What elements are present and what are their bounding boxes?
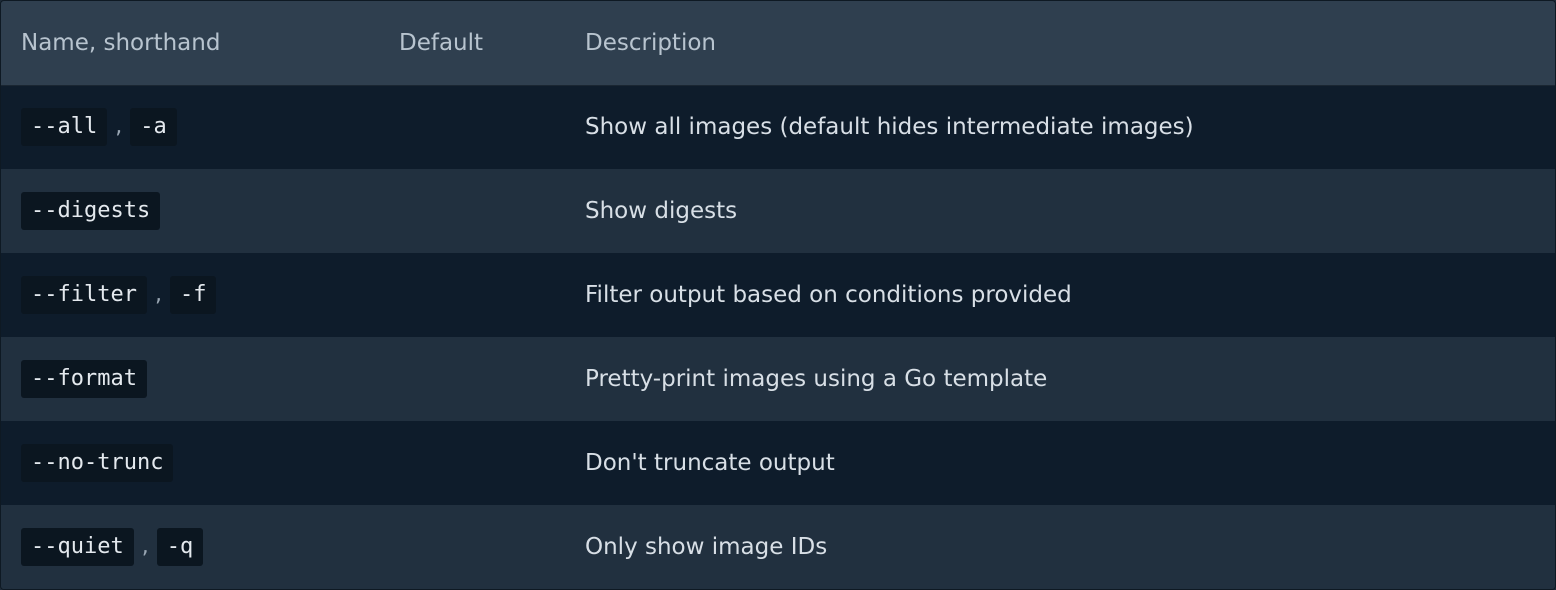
option-name-cell: --filter, -f: [1, 253, 379, 337]
header-name-shorthand: Name, shorthand: [1, 1, 379, 86]
option-description: Show all images (default hides intermedi…: [585, 114, 1194, 141]
option-flag-all: --all: [21, 108, 108, 147]
options-table-container: Name, shorthand Default Description --al…: [0, 0, 1556, 590]
option-flag-digests: --digests: [21, 192, 161, 230]
table-row-no-trunc: --no-trunc Don't truncate output: [1, 421, 1555, 505]
option-name-cell: --all, -a: [1, 85, 379, 169]
option-short-f: -f: [169, 276, 217, 314]
option-default-cell: [379, 337, 565, 421]
option-description: Pretty-print images using a Go template: [585, 366, 1048, 392]
option-flag-filter: --filter: [21, 276, 147, 314]
option-flag-no-trunc: --no-trunc: [21, 444, 174, 482]
option-name-cell: --digests: [1, 169, 379, 253]
option-description: Show digests: [585, 198, 738, 224]
option-description: Filter output based on conditions provid…: [585, 282, 1072, 308]
table-row-digests: --digests Show digests: [1, 169, 1555, 253]
header-default: Default: [379, 1, 565, 86]
table-row-quiet: --quiet, -q Only show image IDs: [1, 505, 1555, 589]
option-name-cell: --quiet, -q: [1, 505, 379, 589]
option-default-cell: [379, 253, 565, 337]
option-short-a: -a: [130, 108, 177, 147]
option-default-cell: [379, 169, 565, 253]
option-separator: ,: [115, 114, 123, 140]
table-row-all: --all, -a Show all images (default hides …: [1, 85, 1555, 169]
option-flag-format: --format: [21, 360, 147, 398]
option-description: Only show image IDs: [585, 534, 828, 560]
option-separator: ,: [141, 534, 149, 559]
option-description: Don't truncate output: [585, 450, 835, 476]
option-flag-quiet: --quiet: [21, 528, 134, 566]
option-separator: ,: [154, 282, 162, 307]
table-row-format: --format Pretty-print images using a Go …: [1, 337, 1555, 421]
table-header-row: Name, shorthand Default Description: [1, 1, 1555, 86]
option-name-cell: --no-trunc: [1, 421, 379, 505]
option-default-cell: [379, 421, 565, 505]
table-row-filter: --filter, -f Filter output based on condi…: [1, 253, 1555, 337]
header-description: Description: [565, 1, 1555, 86]
option-default-cell: [379, 85, 565, 169]
option-short-q: -q: [156, 528, 204, 566]
option-name-cell: --format: [1, 337, 379, 421]
option-default-cell: [379, 505, 565, 589]
options-table: Name, shorthand Default Description --al…: [1, 1, 1555, 589]
